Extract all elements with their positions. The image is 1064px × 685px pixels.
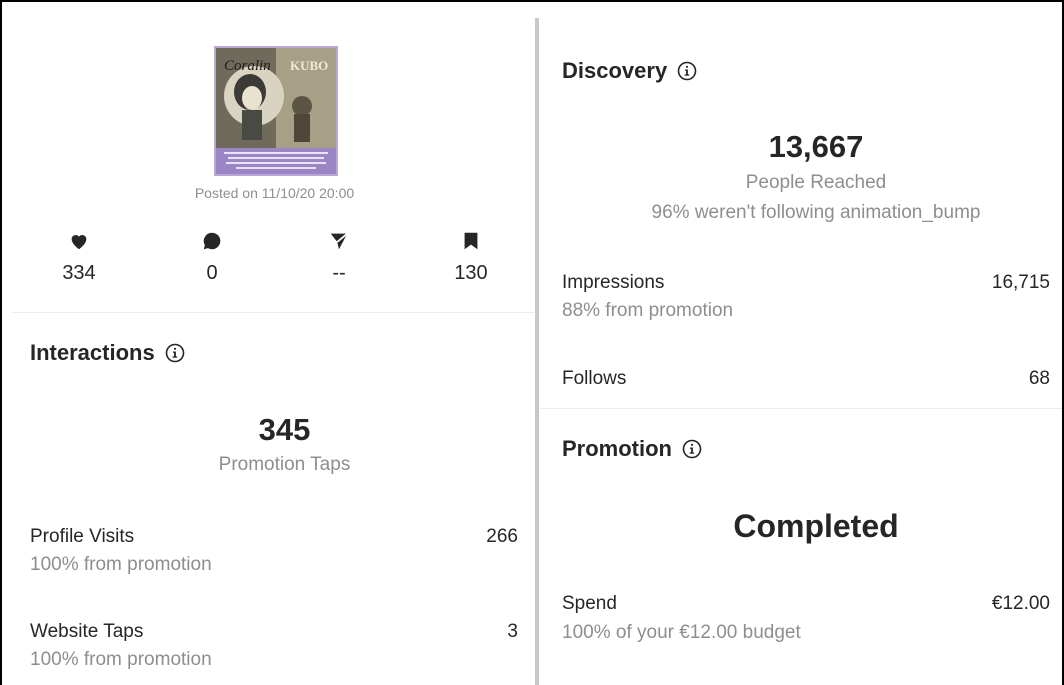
info-icon[interactable] <box>677 61 697 81</box>
bookmark-icon <box>431 230 511 254</box>
discovery-total: 13,667 <box>768 129 864 164</box>
likes-stat: 334 <box>39 230 119 285</box>
shares-count: -- <box>332 262 346 284</box>
website-taps-label: Website Taps <box>30 621 144 642</box>
section-divider <box>540 408 1062 409</box>
right-panel: Discovery 13,667 People Reached 96% were… <box>540 2 1062 685</box>
promotion-status: Completed <box>733 508 899 544</box>
posted-date: Posted on 11/10/20 20:00 <box>194 185 355 201</box>
heart-icon <box>39 230 119 254</box>
svg-text:Coralin: Coralin <box>224 58 271 74</box>
follows-label: Follows <box>562 368 627 389</box>
comment-icon <box>172 230 252 254</box>
left-panel: KUBO Coralin Posted on 11/10/20 20:00 33… <box>2 2 534 685</box>
section-divider <box>12 312 534 313</box>
saves-count: 130 <box>454 262 488 284</box>
spend-sub: 100% of your €12.00 budget <box>562 622 801 643</box>
spend-value: €12.00 <box>991 593 1050 614</box>
svg-text:KUBO: KUBO <box>290 58 328 73</box>
share-icon <box>299 230 379 254</box>
comments-count: 0 <box>206 262 218 284</box>
follows-value: 68 <box>1028 368 1050 389</box>
interactions-title: Interactions <box>30 340 155 365</box>
promotion-title: Promotion <box>562 436 672 461</box>
info-icon[interactable] <box>682 439 702 459</box>
spend-label: Spend <box>562 593 617 614</box>
impressions-sub: 88% from promotion <box>562 300 734 321</box>
interactions-total-label: Promotion Taps <box>218 454 351 475</box>
saves-stat: 130 <box>431 230 511 285</box>
info-icon[interactable] <box>165 343 185 363</box>
discovery-total-label: People Reached <box>745 172 887 193</box>
discovery-title: Discovery <box>562 58 668 83</box>
impressions-value: 16,715 <box>991 272 1050 293</box>
profile-visits-value: 266 <box>486 526 518 547</box>
website-taps-sub: 100% from promotion <box>30 649 212 670</box>
discovery-total-sub: 96% weren't following animation_bump <box>651 202 981 223</box>
discovery-header: Discovery <box>562 58 697 84</box>
impressions-label: Impressions <box>562 272 665 293</box>
promotion-header: Promotion <box>562 436 702 462</box>
comments-stat: 0 <box>172 230 252 285</box>
interactions-header: Interactions <box>30 340 185 366</box>
column-divider <box>535 18 539 685</box>
profile-visits-label: Profile Visits <box>30 526 135 547</box>
shares-stat: -- <box>299 230 379 285</box>
website-taps-value: 3 <box>507 621 518 642</box>
interactions-total: 345 <box>258 412 311 447</box>
post-thumbnail[interactable]: KUBO Coralin <box>214 46 338 176</box>
profile-visits-sub: 100% from promotion <box>30 554 212 575</box>
likes-count: 334 <box>62 262 96 284</box>
post-thumbnail-image: KUBO Coralin <box>216 48 336 174</box>
